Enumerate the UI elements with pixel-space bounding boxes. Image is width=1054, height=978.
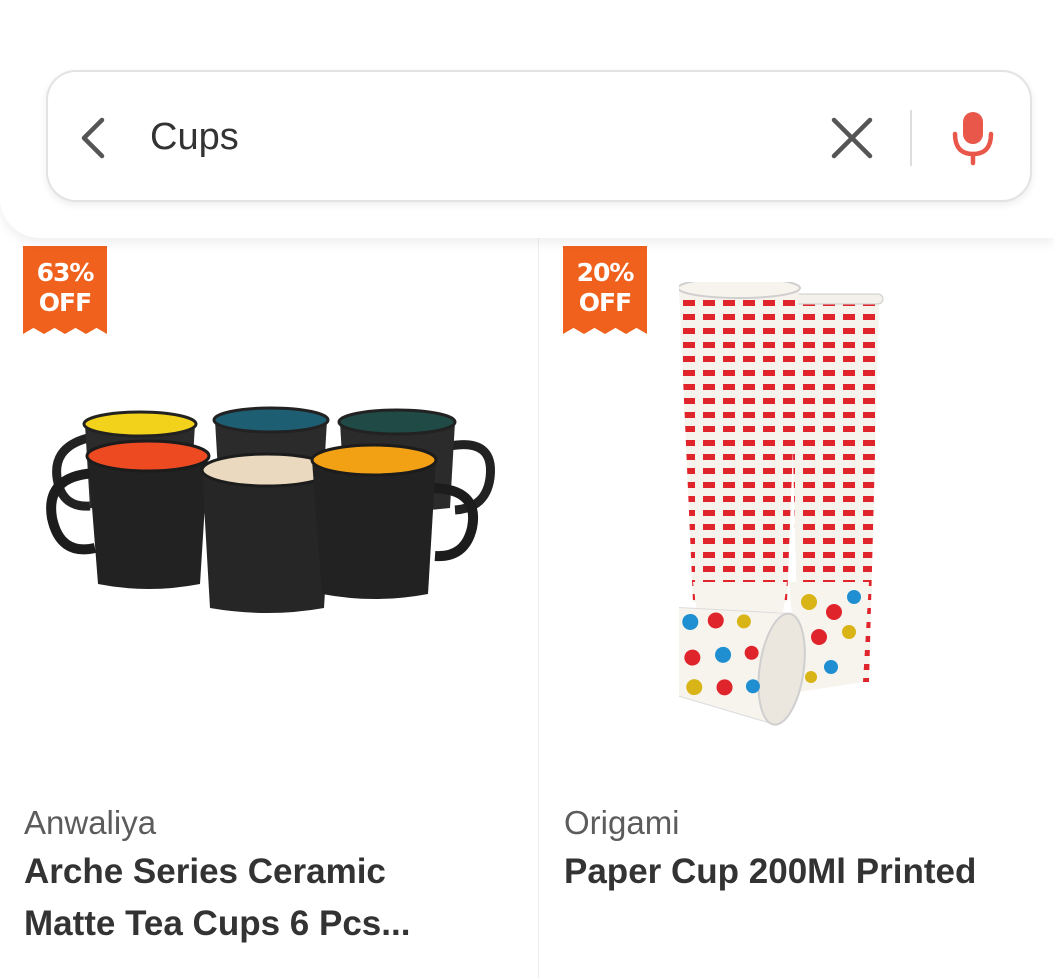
discount-badge: 20% OFF [563,246,647,334]
search-bar[interactable] [46,70,1032,202]
product-image-paper-cups [679,282,884,726]
product-title: Paper Cup 200Ml Printed [564,846,1044,898]
discount-percent: 63% [36,258,95,287]
product-image-ceramic-mugs [46,406,495,613]
close-icon [831,117,873,159]
product-brand: Origami [564,804,680,841]
search-divider [910,110,912,166]
discount-percent: 20% [576,258,635,287]
product-brand: Anwaliya [24,804,157,841]
product-title: Arche Series Ceramic Matte Tea Cups 6 Pc… [24,846,524,950]
discount-badge: 63% OFF [23,246,107,334]
chevron-left-icon [81,117,105,159]
product-title-line: Paper Cup 200Ml Printed [564,852,977,891]
discount-off-label: OFF [578,288,632,317]
discount-off-label: OFF [38,288,92,317]
product-title-line: Matte Tea Cups 6 Pcs... [24,904,411,943]
product-card[interactable]: 20% OFF Origami Paper Cup 200Ml Printed [539,238,1054,978]
clear-button[interactable] [828,114,878,164]
microphone-icon [952,112,994,166]
product-title-line: Arche Series Ceramic [24,852,386,891]
search-input[interactable] [150,110,770,164]
voice-search-button[interactable] [950,108,996,168]
back-button[interactable] [72,112,120,164]
product-card[interactable]: 63% OFF Anwaliya Arche Series Ceramic Ma… [0,238,538,978]
